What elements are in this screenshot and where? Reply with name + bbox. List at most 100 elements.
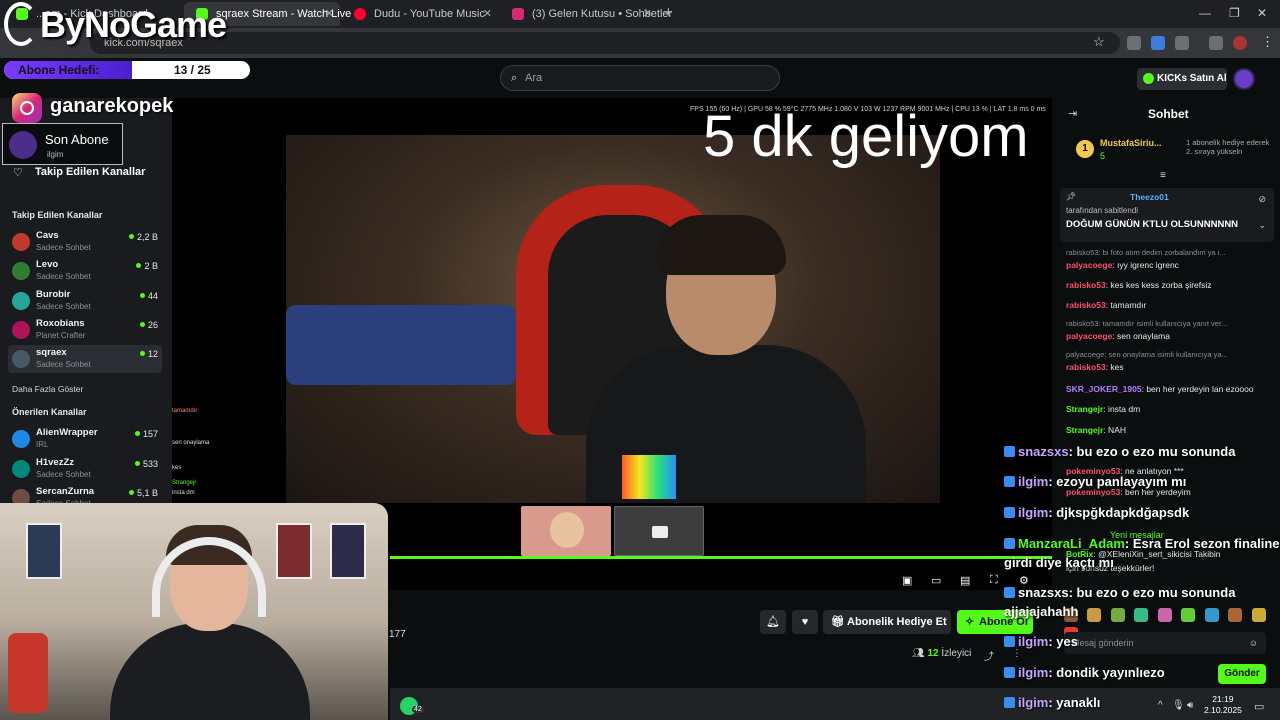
sidebar-item-alienwrapper[interactable]: AlienWrapper IRL 157	[8, 425, 162, 453]
pinned-message: 📌︎ Theezo01 tarafından sabitlendi DOĞUM …	[1060, 188, 1274, 242]
blanket	[286, 305, 516, 385]
chat-username[interactable]: palyacoege	[1066, 260, 1112, 270]
media-control-icon[interactable]	[1209, 36, 1223, 50]
bookmark-star-icon[interactable]: ☆	[1093, 34, 1105, 50]
follow-heart-button[interactable]: ♥	[792, 610, 818, 634]
fullscreen-icon[interactable]: ⛶	[990, 574, 998, 587]
chat-username[interactable]: rabisko53	[1066, 300, 1106, 310]
overlay-chat-line: snazsxs: bu ezo o ezo mu sonunda	[1004, 585, 1235, 600]
notifications-icon[interactable]: ▭	[1254, 700, 1264, 713]
tray-chevron-icon[interactable]: ^	[1158, 700, 1163, 711]
sidebar-item-roxobians[interactable]: Roxobians Planet Crafter 26	[8, 316, 162, 344]
subscriber-goal-bar: Abone Hedefi: 13 / 25	[4, 61, 250, 79]
chat-username[interactable]: palyacoege	[1066, 331, 1112, 341]
counter-text: 177	[389, 629, 406, 640]
emote-icon[interactable]	[1110, 608, 1125, 622]
live-dot-icon	[128, 490, 134, 495]
sidebar-item-burobir[interactable]: Burobir Sadece Sohbet 44	[8, 287, 162, 315]
emote-icon[interactable]	[1204, 608, 1219, 622]
emote-icon[interactable]	[1087, 608, 1102, 622]
overlay-chat-username: ilgim	[1018, 505, 1049, 520]
overlay-chat-username: snazsxs	[1018, 585, 1069, 600]
sidebar-item-cavs[interactable]: Cavs Sadece Sohbet 2,2 B	[8, 228, 162, 256]
microphone-icon[interactable]: 🎙︎	[1172, 700, 1185, 711]
overlay-chat-line: ilgim: yanaklı	[1004, 695, 1100, 710]
search-input[interactable]: ⌕ Ara	[500, 65, 780, 91]
emote-icon[interactable]	[1228, 608, 1243, 622]
extension-shield-icon[interactable]	[1127, 36, 1141, 50]
theater-mode-icon[interactable]: ▭	[931, 574, 941, 587]
mini-chat-line: tamamdır	[172, 408, 198, 414]
user-avatar[interactable]	[1233, 68, 1255, 90]
collapse-chat-icon[interactable]: ⇥	[1068, 107, 1077, 120]
extensions-puzzle-icon[interactable]	[1175, 36, 1189, 50]
chat-message: rabisko53: kes	[1066, 362, 1124, 372]
overlay-chat-text: : yes	[1048, 634, 1078, 649]
chat-badge-icon	[1004, 667, 1015, 678]
chat-badge-icon	[1004, 476, 1015, 487]
extension-audio-icon[interactable]	[1151, 36, 1165, 50]
close-window-icon[interactable]: ✕	[1257, 6, 1267, 20]
tab-instagram-inbox[interactable]: (3) Gelen Kutusu • Sohbetler ✕	[500, 2, 672, 26]
live-viewer-count: 2 B	[136, 261, 158, 271]
chat-username[interactable]: Strangejr	[1066, 404, 1103, 414]
picture-in-picture-icon[interactable]: ▤	[960, 574, 970, 587]
share-icon[interactable]: ⤴	[984, 648, 994, 663]
buy-kicks-button[interactable]: KICKs Satın Al	[1137, 68, 1227, 90]
browser-menu-icon[interactable]: ⋮	[1261, 34, 1274, 50]
restore-icon[interactable]: ❐	[1229, 6, 1240, 20]
sidebar-item-h1vezzz[interactable]: H1vezZz Sadece Sohbet 533	[8, 455, 162, 483]
chat-message-text: : kes	[1105, 362, 1124, 372]
close-tab-icon[interactable]: ✕	[483, 2, 492, 26]
url-field[interactable]: kick.com/sqraex	[90, 32, 1120, 54]
live-dot-icon	[128, 234, 134, 239]
close-tab-icon[interactable]: ✕	[643, 2, 652, 26]
overlay-chat-line: ilgim: ezoyu panlayayım mı	[1004, 474, 1186, 489]
chat-input[interactable]: Mesaj gönderin ☺	[1064, 632, 1266, 654]
chat-username[interactable]: rabisko53	[1066, 280, 1106, 290]
volume-icon[interactable]: 🔊︎	[1187, 700, 1193, 711]
streamer-hair	[656, 215, 786, 275]
profile-icon[interactable]	[1233, 36, 1247, 50]
filter-icon[interactable]: ≡	[1160, 170, 1166, 181]
close-tab-icon[interactable]: ✕	[325, 2, 334, 26]
gift-subscription-button[interactable]: 🎁︎ Abonelik Hediye Et	[823, 610, 951, 634]
chat-username[interactable]: rabisko53	[1066, 362, 1106, 372]
chat-message: rabisko53: bi foto atım dedim zorbalandı…	[1066, 248, 1226, 257]
miniplayer-icon[interactable]: ▣	[902, 574, 912, 587]
chat-message: palyacoege: sen onaylama	[1066, 331, 1170, 341]
unpin-icon[interactable]: ⊘	[1258, 194, 1266, 205]
emote-icon[interactable]	[1181, 608, 1196, 622]
live-viewer-count: 2,2 B	[128, 232, 158, 242]
youtube-music-favicon-icon	[354, 8, 366, 20]
sidebar-item-sqraex[interactable]: sqraex Sadece Sohbet 12	[8, 345, 162, 373]
emote-icon[interactable]	[1157, 608, 1172, 622]
emoji-icon[interactable]: ☺	[1249, 632, 1258, 654]
chat-message-text: : tamamdır	[1105, 300, 1147, 310]
minimize-icon[interactable]: —	[1199, 6, 1211, 20]
bynogame-logo-icon	[4, 2, 38, 46]
tab-youtube-music[interactable]: Dudu - YouTube Music ✕	[342, 2, 498, 26]
taskbar-clock[interactable]: 21:19 2.10.2025	[1204, 694, 1242, 716]
following-channels-link[interactable]: Takip Edilen Kanallar	[35, 166, 145, 178]
participant-thumbnail[interactable]	[521, 506, 611, 556]
chat-message-text: : sen onaylama	[1112, 331, 1170, 341]
more-options-icon[interactable]: ⋮	[1012, 648, 1022, 659]
new-tab-button[interactable]: +	[664, 4, 673, 21]
chat-username[interactable]: Strangejr	[1066, 425, 1103, 435]
emote-icon[interactable]	[1251, 608, 1266, 622]
mini-chat-line: kes	[172, 465, 182, 471]
camera-off-thumbnail[interactable]	[614, 506, 704, 556]
chat-badge-icon	[1004, 636, 1015, 647]
chevron-down-icon[interactable]: ⌄	[1258, 220, 1266, 231]
avatar	[12, 233, 30, 251]
avatar	[12, 262, 30, 280]
chat-username[interactable]: SKR_JOKER_1905	[1066, 384, 1142, 394]
emote-icon[interactable]	[1134, 608, 1149, 622]
show-more-link[interactable]: Daha Fazla Göster	[12, 384, 83, 394]
sidebar-item-levo[interactable]: Levo Sadece Sohbet 2 B	[8, 257, 162, 285]
notification-bell-button[interactable]: 🔔︎	[760, 610, 786, 634]
wall-poster	[330, 523, 366, 579]
send-button[interactable]: Gönder	[1218, 664, 1266, 684]
player-progress-bar[interactable]	[390, 556, 1052, 559]
